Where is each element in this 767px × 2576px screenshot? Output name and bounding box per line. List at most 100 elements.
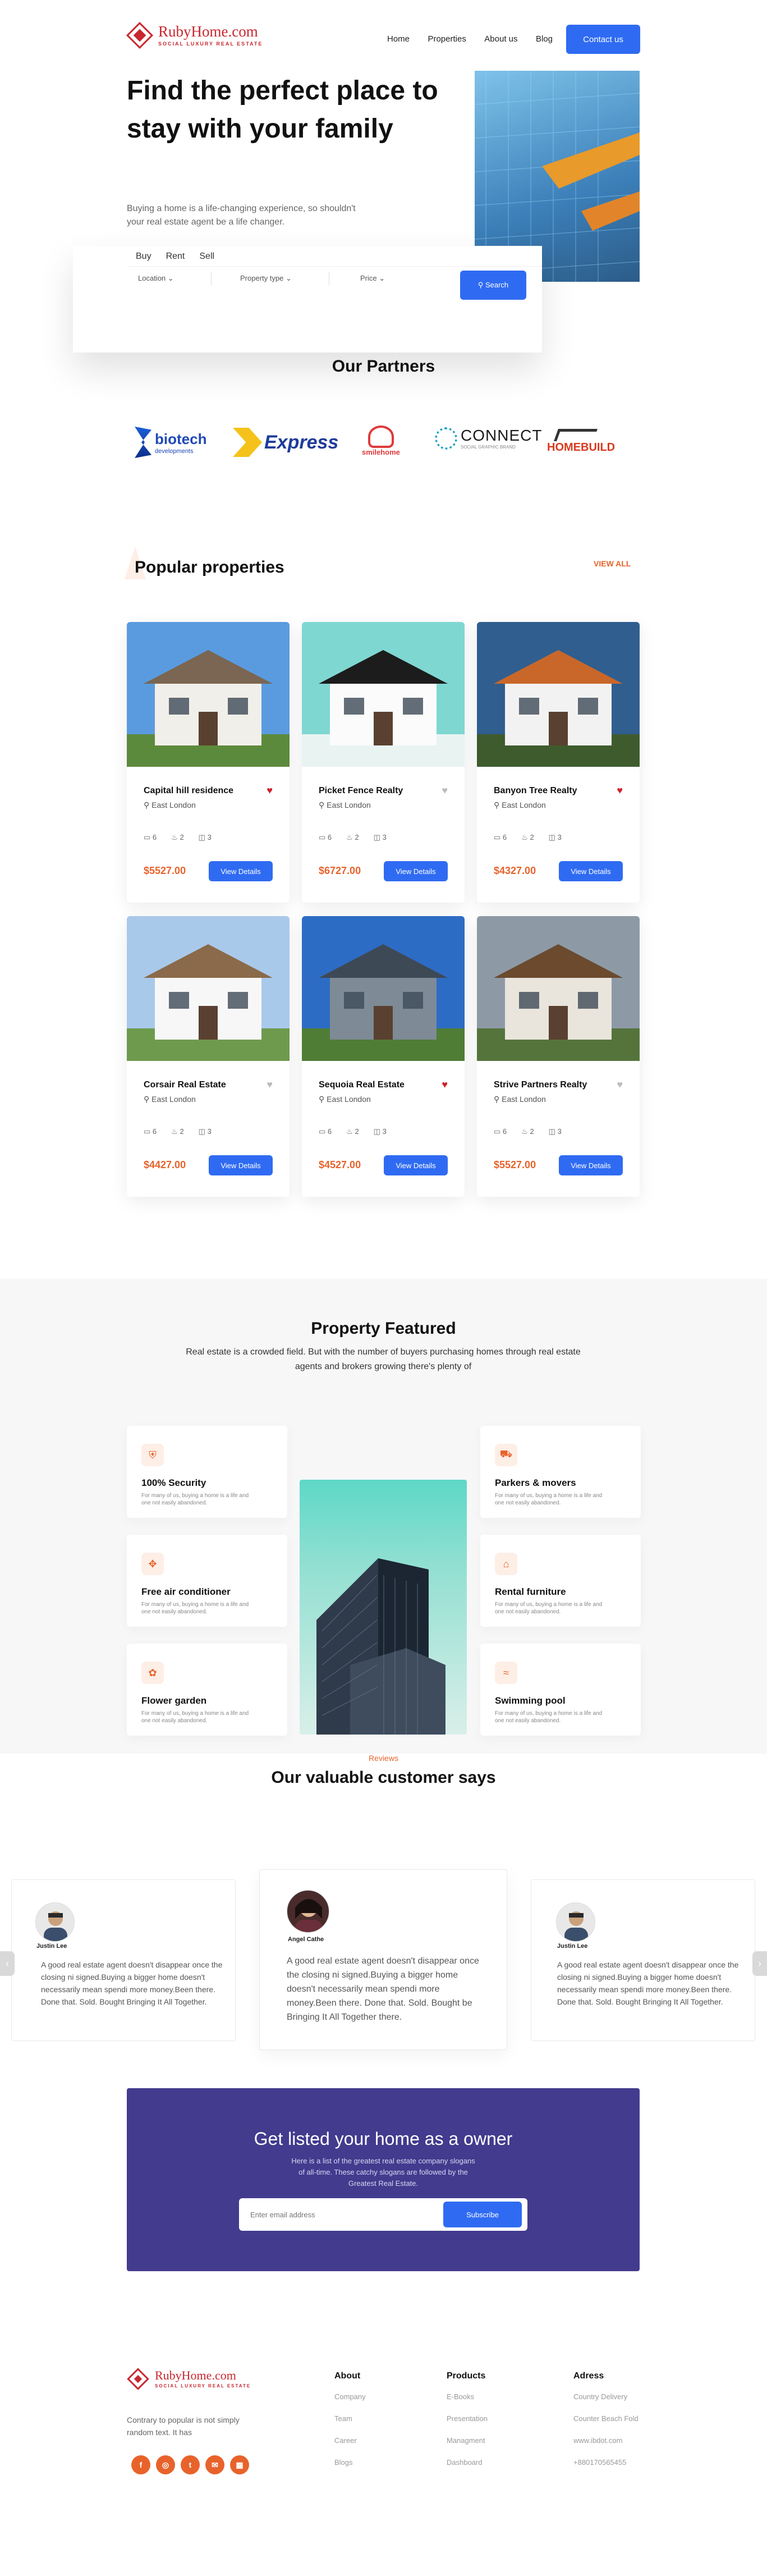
- fan-icon: ✥: [141, 1553, 164, 1575]
- heart-icon[interactable]: ♥: [442, 1079, 448, 1091]
- property-card[interactable]: Capital hill residence ♥ ⚲ East London ▭ 6 ♨…: [127, 622, 290, 903]
- view-details-button[interactable]: View Details: [384, 861, 448, 881]
- tab-buy[interactable]: Buy: [136, 251, 151, 261]
- bath-icon: ♨: [171, 1127, 178, 1136]
- social-links: f ◎ t ✉ ▦: [131, 2455, 249, 2474]
- property-price: $4327.00: [494, 865, 536, 876]
- footer-link[interactable]: Presentation: [447, 2414, 488, 2423]
- view-details-button[interactable]: View Details: [209, 861, 273, 881]
- property-title: Capital hill residence: [144, 786, 234, 795]
- contact-button[interactable]: Contact us: [566, 25, 640, 54]
- footer-link[interactable]: Blogs: [334, 2458, 366, 2467]
- bed-icon: ▭: [319, 833, 326, 841]
- footer-link[interactable]: E-Books: [447, 2392, 488, 2401]
- price-select[interactable]: Price ⌄: [360, 274, 385, 283]
- avatar: [287, 1890, 329, 1933]
- review-card-active: Angel Cathe A good real estate agent doe…: [259, 1869, 507, 2050]
- tab-sell[interactable]: Sell: [199, 251, 214, 261]
- mail-icon[interactable]: ✉: [205, 2455, 224, 2474]
- nav-link-about[interactable]: About us: [484, 34, 517, 44]
- property-title: Picket Fence Realty: [319, 786, 403, 795]
- property-card[interactable]: Banyon Tree Realty ♥ ⚲ East London ▭ 6 ♨ 2 ◫ …: [477, 622, 640, 903]
- footer-col-products: Products E-Books Presentation Managment …: [447, 2371, 488, 2480]
- heart-icon[interactable]: ♥: [267, 1079, 273, 1091]
- area-count: ◫ 3: [198, 1127, 212, 1136]
- logo-tagline: SOCIAL LUXURY REAL ESTATE: [158, 41, 263, 47]
- footer-website-link[interactable]: www.ibdot.com: [573, 2436, 639, 2445]
- property-price: $4427.00: [144, 1159, 186, 1170]
- heart-icon[interactable]: ♥: [267, 785, 273, 797]
- heart-icon[interactable]: ♥: [442, 785, 448, 797]
- instagram-icon[interactable]: ◎: [156, 2455, 175, 2474]
- footer-link[interactable]: Career: [334, 2436, 366, 2445]
- bath-count: ♨ 2: [346, 833, 359, 841]
- property-card[interactable]: Picket Fence Realty ♥ ⚲ East London ▭ 6 ♨ 2 ◫…: [302, 622, 465, 903]
- property-title: Banyon Tree Realty: [494, 786, 577, 795]
- featured-subtitle: Real estate is a crowded field. But with…: [186, 1347, 581, 1371]
- bath-icon: ♨: [346, 1127, 353, 1136]
- property-card[interactable]: Strive Partners Realty ♥ ⚲ East London ▭ 6 ♨…: [477, 916, 640, 1197]
- heart-icon[interactable]: ♥: [617, 785, 623, 797]
- facebook-icon[interactable]: f: [131, 2455, 150, 2474]
- next-arrow-icon[interactable]: ›: [752, 1951, 767, 1976]
- property-image: [127, 916, 290, 1061]
- view-details-button[interactable]: View Details: [384, 1155, 448, 1175]
- view-all-link[interactable]: VIEW ALL: [594, 559, 631, 568]
- view-details-button[interactable]: View Details: [559, 1155, 623, 1175]
- reviews-title: Our valuable customer says: [271, 1768, 496, 1787]
- nav-link-blog[interactable]: Blog: [536, 34, 553, 44]
- twitter-icon[interactable]: t: [181, 2455, 200, 2474]
- property-image: [127, 622, 290, 767]
- bed-count: ▭ 6: [494, 1127, 507, 1136]
- footer-link[interactable]: Company: [334, 2392, 366, 2401]
- footer-link[interactable]: Team: [334, 2414, 366, 2423]
- map-pin-icon: ⚲: [494, 800, 500, 809]
- view-details-button[interactable]: View Details: [209, 1155, 273, 1175]
- partner-logo-express[interactable]: Express: [233, 428, 338, 457]
- partner-logo-connect[interactable]: CONNECT SOCIAL GRAPHIC BRAND: [435, 427, 542, 450]
- footer-link[interactable]: Managment: [447, 2436, 488, 2445]
- property-features: ▭ 6 ♨ 2 ◫ 3: [319, 1127, 387, 1136]
- tab-rent[interactable]: Rent: [166, 251, 185, 261]
- flower-icon: ✿: [141, 1662, 164, 1684]
- partner-logo-smilehome[interactable]: smilehome: [362, 425, 400, 456]
- area-icon: ◫: [548, 1127, 555, 1136]
- nav-link-properties[interactable]: Properties: [428, 34, 466, 44]
- bed-icon: ▭: [494, 1127, 501, 1136]
- feature-card: ✿ Flower garden For many of us, buying a h…: [127, 1644, 287, 1736]
- footer-logo[interactable]: RubyHome.com SOCIAL LUXURY REAL ESTATE: [127, 2368, 251, 2390]
- logo-tagline: SOCIAL LUXURY REAL ESTATE: [155, 2383, 251, 2389]
- property-features: ▭ 6 ♨ 2 ◫ 3: [319, 833, 387, 842]
- review-card: Justin Lee A good real estate agent does…: [11, 1879, 236, 2041]
- search-form: Buy Rent Sell Location ⌄ Property type ⌄ P…: [127, 246, 542, 311]
- site-logo[interactable]: RubyHome.com SOCIAL LUXURY REAL ESTATE: [126, 21, 263, 49]
- email-input[interactable]: [250, 2206, 430, 2223]
- nav-link-home[interactable]: Home: [387, 34, 410, 44]
- partner-logo-homebuild[interactable]: HOMEBUILD: [547, 429, 615, 454]
- property-type-select[interactable]: Property type ⌄: [240, 274, 292, 283]
- feature-desc: For many of us, buying a home is a life …: [495, 1493, 603, 1506]
- location-select[interactable]: Location ⌄: [138, 274, 174, 283]
- property-location: ⚲ East London: [494, 800, 546, 809]
- area-count: ◫ 3: [548, 1127, 562, 1136]
- subscribe-button[interactable]: Subscribe: [443, 2202, 522, 2227]
- property-title: Corsair Real Estate: [144, 1080, 226, 1090]
- partner-logo-biotech[interactable]: biotech developments: [135, 427, 206, 458]
- biotech-icon: [135, 427, 151, 458]
- review-card: Justin Lee A good real estate agent does…: [531, 1879, 755, 2041]
- footer-link[interactable]: Dashboard: [447, 2458, 488, 2467]
- property-card[interactable]: Sequoia Real Estate ♥ ⚲ East London ▭ 6 ♨ 2 ◫…: [302, 916, 465, 1197]
- view-details-button[interactable]: View Details: [559, 861, 623, 881]
- email-form: Subscribe: [239, 2198, 527, 2231]
- prev-arrow-icon[interactable]: ‹: [0, 1951, 15, 1976]
- feature-title: Flower garden: [141, 1695, 207, 1706]
- heart-icon[interactable]: ♥: [617, 1079, 623, 1091]
- property-location: ⚲ East London: [319, 1095, 371, 1104]
- grid-icon[interactable]: ▦: [230, 2455, 249, 2474]
- search-button[interactable]: ⚲ Search: [460, 271, 526, 300]
- property-card[interactable]: Corsair Real Estate ♥ ⚲ East London ▭ 6 ♨ 2 ◫…: [127, 916, 290, 1197]
- property-features: ▭ 6 ♨ 2 ◫ 3: [144, 833, 212, 842]
- feature-title: Rental furniture: [495, 1586, 566, 1597]
- review-text: A good real estate agent doesn't disappe…: [41, 1960, 223, 2006]
- feature-card: ⛟ Parkers & movers For many of us, buying …: [480, 1426, 641, 1518]
